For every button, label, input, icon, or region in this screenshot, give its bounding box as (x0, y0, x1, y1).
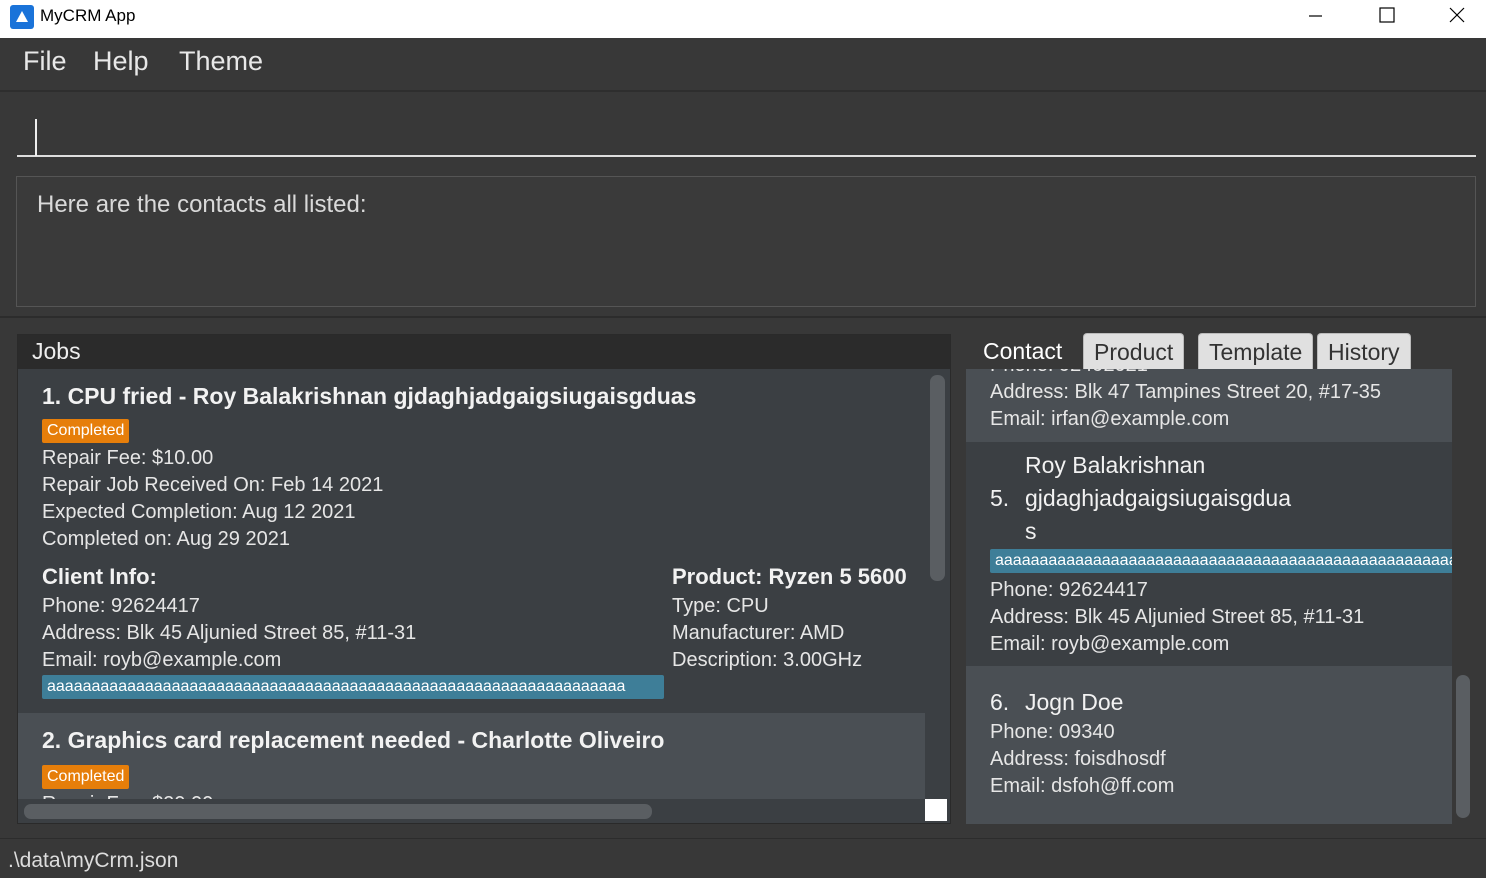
tab-contact[interactable]: Contact (973, 333, 1073, 369)
jobs-panel: Jobs 1. CPU fried - Roy Balakrishnan gjd… (17, 334, 951, 824)
client-address: Address: Blk 45 Aljunied Street 85, #11-… (42, 622, 417, 644)
status-badge: Completed (42, 765, 130, 789)
contact-email: Email: dsfoh@ff.com (990, 775, 1175, 797)
result-text: Here are the contacts all listed: (37, 191, 367, 218)
app-icon (10, 5, 34, 29)
product-type: Type: CPU (672, 595, 769, 617)
contact-card[interactable]: 6. Jogn Doe Phone: 09340 Address: foisdh… (966, 666, 1452, 824)
contacts-vertical-scroll-thumb[interactable] (1456, 675, 1470, 818)
contact-phone: Phone: 92624417 (990, 579, 1148, 601)
contact-address: Address: Blk 45 Aljunied Street 85, #11-… (990, 606, 1365, 628)
contact-address: Address: foisdhosdf (990, 748, 1166, 770)
status-badge: Completed (42, 419, 130, 443)
contact-name: Jogn Doe (1025, 689, 1124, 715)
contact-phone: Phone: 92492021 (990, 369, 1148, 377)
jobs-vertical-scrollbar[interactable] (925, 369, 950, 799)
menu-help[interactable]: Help (93, 46, 149, 77)
client-tag: aaaaaaaaaaaaaaaaaaaaaaaaaaaaaaaaaaaaaaaa… (42, 675, 664, 699)
menu-theme[interactable]: Theme (179, 46, 263, 77)
product-header: Product: Ryzen 5 5600 (672, 564, 907, 589)
jobs-header-label: Jobs (32, 338, 81, 364)
result-display: Here are the contacts all listed: (16, 176, 1476, 307)
jobs-header: Jobs (18, 335, 950, 369)
contact-name: s (1025, 518, 1037, 544)
menu-bar: File Help Theme (0, 38, 1486, 92)
client-email: Email: royb@example.com (42, 649, 282, 671)
contact-name: Roy Balakrishnan (1025, 452, 1206, 478)
command-input[interactable] (17, 102, 1476, 157)
contact-email: Email: royb@example.com (990, 633, 1230, 655)
jobs-horizontal-scrollbar[interactable] (18, 799, 925, 823)
minimize-button[interactable] (1292, 0, 1338, 32)
product-manufacturer: Manufacturer: AMD (672, 622, 845, 644)
contacts-vertical-scrollbar[interactable] (1452, 369, 1474, 824)
right-panel: Contact Product Template History Phone: … (966, 332, 1474, 824)
contact-card[interactable]: 5. Roy Balakrishnan gjdaghjadgaigsiugais… (966, 442, 1452, 666)
job-card[interactable]: 1. CPU fried - Roy Balakrishnan gjdaghja… (18, 369, 925, 713)
contact-index: 6. (990, 689, 1010, 715)
title-bar: MyCRM App (0, 0, 1486, 38)
jobs-horizontal-scroll-thumb[interactable] (24, 804, 652, 819)
job-expected: Expected Completion: Aug 12 2021 (42, 501, 356, 523)
contact-address: Address: Blk 47 Tampines Street 20, #17-… (990, 381, 1381, 403)
contact-name: gjdaghjadgaigsiugaisgdua (1025, 485, 1292, 511)
tab-template[interactable]: Template (1198, 333, 1314, 370)
text-caret (35, 119, 37, 156)
job-title: 1. CPU fried - Roy Balakrishnan gjdaghja… (42, 383, 697, 409)
menu-file[interactable]: File (23, 46, 67, 77)
client-phone: Phone: 92624417 (42, 595, 200, 617)
tab-history[interactable]: History (1317, 333, 1411, 370)
client-info-header: Client Info: (42, 564, 157, 589)
job-received: Repair Job Received On: Feb 14 2021 (42, 474, 384, 496)
contact-list: Phone: 92492021 Address: Blk 47 Tampines… (966, 369, 1452, 824)
tab-product[interactable]: Product (1083, 333, 1185, 370)
maximize-button[interactable] (1364, 0, 1410, 32)
window-title: MyCRM App (40, 6, 136, 25)
contact-email: Email: irfan@example.com (990, 408, 1230, 430)
scroll-corner (925, 799, 947, 821)
close-button[interactable] (1434, 0, 1480, 32)
command-area (0, 92, 1486, 168)
contact-tag: aaaaaaaaaaaaaaaaaaaaaaaaaaaaaaaaaaaaaaaa… (990, 549, 1452, 573)
contact-phone: Phone: 09340 (990, 721, 1115, 743)
status-bar: .\data\myCrm.json (0, 838, 1486, 878)
data-file-path: .\data\myCrm.json (8, 849, 179, 872)
contact-index: 5. (990, 485, 1010, 511)
product-description: Description: 3.00GHz (672, 649, 863, 671)
job-fee: Repair Fee: $10.00 (42, 447, 214, 469)
divider (0, 316, 1486, 318)
jobs-vertical-scroll-thumb[interactable] (930, 375, 945, 581)
job-completed: Completed on: Aug 29 2021 (42, 528, 290, 550)
contact-card[interactable]: Phone: 92492021 Address: Blk 47 Tampines… (966, 369, 1452, 442)
job-title: 2. Graphics card replacement needed - Ch… (42, 727, 665, 753)
